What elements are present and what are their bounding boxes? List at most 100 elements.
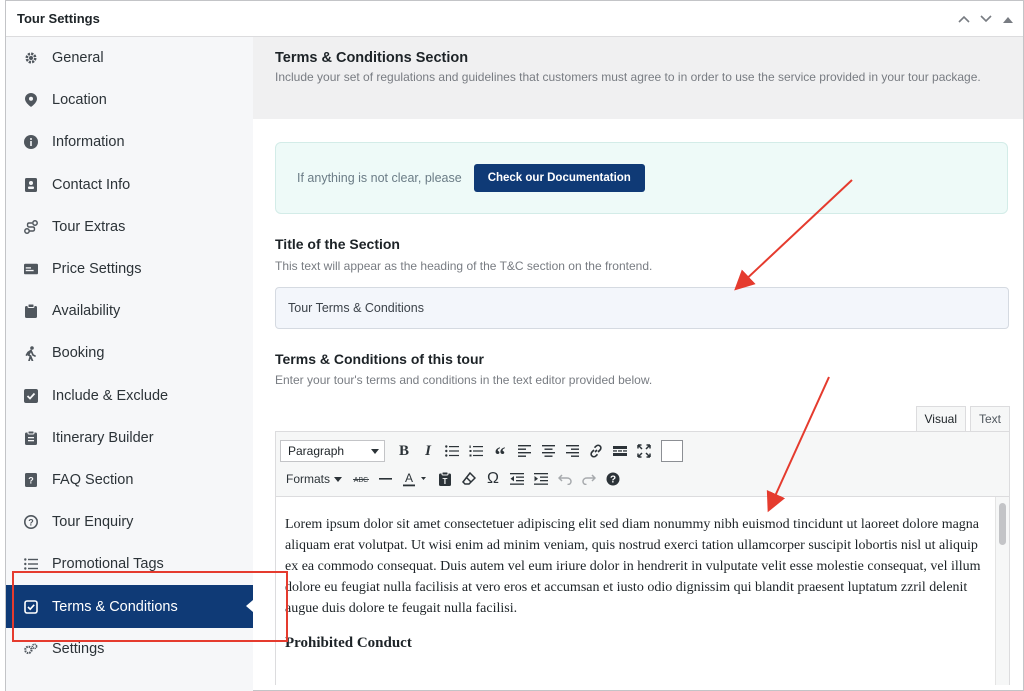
svg-text:?: ? — [610, 475, 616, 486]
svg-text:A: A — [405, 471, 413, 485]
tab-text[interactable]: Text — [969, 406, 1010, 431]
person-walking-icon — [24, 346, 38, 361]
editor-toolbar: Paragraph B I “ Formats ABC A T Ω ? — [276, 432, 1009, 497]
sidebar-item-label: Settings — [52, 640, 105, 657]
undo-icon[interactable] — [554, 468, 576, 490]
align-right-icon[interactable] — [561, 440, 583, 462]
list-icon — [24, 557, 38, 571]
align-left-icon[interactable] — [513, 440, 535, 462]
sidebar-item-label: Location — [52, 92, 107, 109]
sidebar-item-label: Tour Extras — [52, 218, 126, 235]
terms-field-help: Enter your tour's terms and conditions i… — [275, 373, 653, 387]
sidebar-item-label: Itinerary Builder — [52, 429, 154, 446]
sidebar-item-location[interactable]: Location — [6, 79, 253, 121]
sidebar-item-availability[interactable]: Availability — [6, 290, 253, 332]
numbered-list-icon[interactable] — [465, 440, 487, 462]
text-color-icon[interactable]: A — [398, 468, 432, 490]
documentation-button[interactable]: Check our Documentation — [473, 164, 645, 192]
info-icon — [24, 135, 38, 150]
sidebar-item-label: FAQ Section — [52, 471, 134, 488]
fullscreen-icon[interactable] — [633, 440, 655, 462]
sidebar-item-information[interactable]: Information — [6, 121, 253, 163]
editor-content-area[interactable]: Lorem ipsum dolor sit amet consectetuer … — [276, 497, 995, 685]
section-description: Include your set of regulations and guid… — [275, 70, 981, 84]
notice-text: If anything is not clear, please — [297, 171, 462, 185]
svg-text:?: ? — [28, 517, 34, 527]
section-title-input[interactable]: Tour Terms & Conditions — [275, 287, 1009, 329]
documentation-notice: If anything is not clear, please Check o… — [275, 142, 1008, 214]
panel-header: Tour Settings — [6, 1, 1023, 37]
sidebar-item-price-settings[interactable]: Price Settings — [6, 248, 253, 290]
bullet-list-icon[interactable] — [441, 440, 463, 462]
chevron-down-icon[interactable] — [977, 10, 995, 28]
editor-heading: Prohibited Conduct — [285, 635, 412, 651]
read-more-icon[interactable] — [609, 440, 631, 462]
format-select[interactable]: Paragraph — [280, 440, 385, 462]
title-field-help: This text will appear as the heading of … — [275, 259, 653, 273]
toolbar-row-2: Formats ABC A T Ω ? — [280, 465, 1005, 493]
indent-icon[interactable] — [530, 468, 552, 490]
blockquote-icon[interactable]: “ — [489, 440, 511, 466]
location-pin-icon — [24, 93, 38, 108]
formats-dropdown[interactable]: Formats — [280, 472, 348, 486]
sidebar-item-label: Promotional Tags — [52, 556, 164, 573]
formats-label: Formats — [286, 472, 331, 486]
toolbar-toggle-box[interactable] — [661, 440, 683, 462]
chevron-down-icon — [334, 476, 343, 482]
settings-content: Terms & Conditions Section Include your … — [253, 37, 1023, 691]
sidebar-item-include-exclude[interactable]: Include & Exclude — [6, 375, 253, 417]
svg-text:?: ? — [28, 475, 34, 485]
sidebar-item-booking[interactable]: Booking — [6, 332, 253, 374]
title-field-label: Title of the Section — [275, 236, 400, 252]
format-select-value: Paragraph — [288, 444, 345, 458]
sidebar-item-label: Availability — [52, 303, 121, 320]
link-icon[interactable] — [585, 440, 607, 462]
sidebar-item-contact-info[interactable]: Contact Info — [6, 164, 253, 206]
italic-icon[interactable]: I — [417, 440, 439, 462]
gears-icon — [24, 642, 38, 656]
editor-paragraph: Lorem ipsum dolor sit amet consectetuer … — [285, 517, 981, 616]
outdent-icon[interactable] — [506, 468, 528, 490]
tab-visual[interactable]: Visual — [915, 406, 966, 431]
sidebar-item-faq-section[interactable]: ? FAQ Section — [6, 459, 253, 501]
caret-up-icon[interactable] — [999, 10, 1017, 28]
svg-text:T: T — [443, 477, 448, 486]
clear-formatting-icon[interactable] — [458, 468, 480, 490]
list-clipboard-icon — [24, 430, 38, 445]
sidebar-item-itinerary-builder[interactable]: Itinerary Builder — [6, 417, 253, 459]
price-card-icon — [24, 262, 38, 276]
chevron-down-icon — [371, 448, 379, 454]
editor-tabs: Visual Text — [915, 406, 1010, 431]
section-title: Terms & Conditions Section — [275, 50, 469, 66]
paste-text-icon[interactable]: T — [434, 468, 456, 490]
svg-text:ABC: ABC — [354, 477, 368, 483]
editor-scrollbar[interactable] — [995, 497, 1009, 685]
sidebar-item-label: Price Settings — [52, 261, 142, 278]
sidebar-item-label: Information — [52, 134, 125, 151]
toolbar-row-1: Paragraph B I “ — [280, 437, 1005, 466]
question-circle-icon: ? — [24, 515, 38, 530]
chevron-up-icon[interactable] — [955, 10, 973, 28]
sidebar-item-general[interactable]: General — [6, 37, 253, 79]
sidebar-item-label: Tour Enquiry — [52, 514, 134, 531]
sidebar-item-tour-extras[interactable]: Tour Extras — [6, 206, 253, 248]
gear-icon — [24, 51, 38, 65]
sidebar-item-tour-enquiry[interactable]: ? Tour Enquiry — [6, 501, 253, 543]
special-character-icon[interactable]: Ω — [482, 468, 504, 490]
terms-editor: Paragraph B I “ Formats ABC A T Ω ? Lore… — [275, 431, 1010, 685]
align-center-icon[interactable] — [537, 440, 559, 462]
strikethrough-icon[interactable]: ABC — [350, 468, 372, 490]
faq-icon: ? — [24, 472, 38, 487]
bold-icon[interactable]: B — [393, 440, 415, 462]
contact-card-icon — [24, 177, 38, 192]
extras-icon — [24, 219, 38, 234]
horizontal-line-icon[interactable] — [374, 468, 396, 490]
panel-title: Tour Settings — [17, 11, 100, 26]
clipboard-icon — [24, 304, 38, 319]
help-icon[interactable]: ? — [602, 468, 624, 490]
checkbox-icon — [24, 388, 38, 403]
sidebar-item-label: Booking — [52, 345, 105, 362]
sidebar-item-label: General — [52, 50, 104, 67]
scrollbar-thumb[interactable] — [999, 503, 1006, 545]
redo-icon[interactable] — [578, 468, 600, 490]
